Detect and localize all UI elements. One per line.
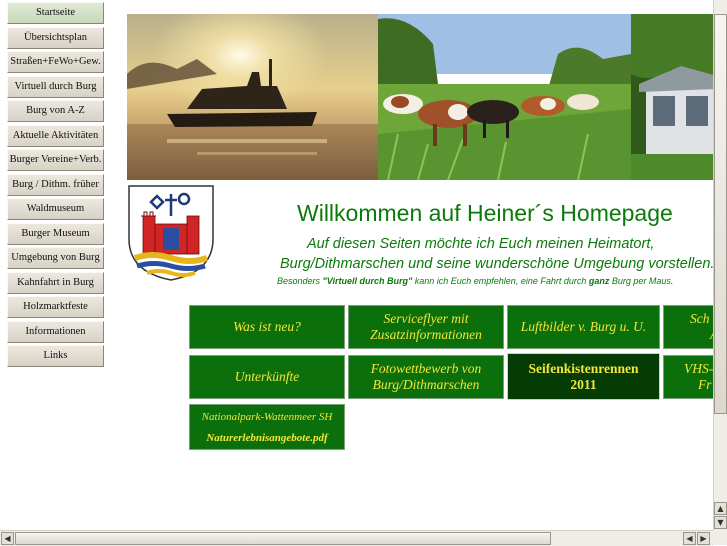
nav-vereine[interactable]: Burger Vereine+Verb.: [7, 149, 104, 171]
nav-strassen[interactable]: Straßen+FeWo+Gew.: [7, 51, 104, 73]
intro-line-3-e: Burg per Maus.: [609, 276, 674, 286]
nav-informationen[interactable]: Informationen: [7, 321, 104, 343]
nav-burger-museum[interactable]: Burger Museum: [7, 223, 104, 245]
nav-burg-a-z[interactable]: Burg von A-Z: [7, 100, 104, 122]
nav-holzmarktfeste[interactable]: Holzmarktfeste: [7, 296, 104, 318]
tile-vhs-line2: Fr: [698, 377, 712, 392]
vertical-scroll-thumb[interactable]: [714, 14, 727, 414]
nav-frueher[interactable]: Burg / Dithm. früher: [7, 174, 104, 196]
tile-seifenkistenrennen[interactable]: Seifenkistenrennen 2011: [507, 353, 660, 400]
tile-serviceflyer-line1: Serviceflyer mit: [383, 311, 469, 326]
tile-nationalpark-pdf-link[interactable]: Naturerlebnisangebote.pdf: [206, 430, 327, 446]
intro-ganz: ganz: [588, 276, 610, 286]
tile-fotowettbewerb[interactable]: Fotowettbewerb von Burg/Dithmarschen: [348, 355, 504, 399]
nav-startseite[interactable]: Startseite: [7, 2, 104, 24]
sidebar-nav: Startseite Übersichtsplan Straßen+FeWo+G…: [0, 0, 107, 545]
intro-line-1: Auf diesen Seiten möchte ich Euch meinen…: [307, 236, 655, 252]
tile-seifenkisten-line2: 2011: [570, 376, 597, 392]
tile-unterkuenfte-label: Unterkünfte: [234, 369, 300, 384]
tile-vhs-line1: VHS-: [684, 361, 713, 376]
tile-luftbilder-label: Luftbilder v. Burg u. U.: [520, 319, 647, 334]
nav-aktivitaeten[interactable]: Aktuelle Aktivitäten: [7, 125, 104, 147]
cows-photo: [378, 14, 631, 180]
scroll-left-icon-right[interactable]: ◀: [683, 532, 696, 545]
coat-of-arms-logo: [127, 184, 215, 282]
intro-line-3: Besonders "Virtuell durch Burg" kann ich…: [277, 276, 713, 286]
intro-virtuell-link: "Virtuell durch Burg": [322, 276, 413, 286]
tile-fotowettbewerb-line1: Fotowettbewerb von: [370, 361, 482, 376]
intro-line-3-a: Besonders: [277, 276, 323, 286]
tile-was-ist-neu-label: Was ist neu?: [233, 319, 301, 334]
vertical-scrollbar[interactable]: ▲ ▼: [713, 0, 727, 530]
tile-unterkuenfte[interactable]: Unterkünfte: [189, 355, 345, 399]
ferry-photo: [127, 14, 378, 180]
tile-partial-right-1-line1: Sch: [690, 311, 710, 326]
tile-luftbilder[interactable]: Luftbilder v. Burg u. U.: [507, 305, 660, 349]
horizontal-scroll-thumb[interactable]: [15, 532, 551, 545]
tile-was-ist-neu[interactable]: Was ist neu?: [189, 305, 345, 349]
intro-line-3-c: kann ich Euch empfehlen, eine Fahrt durc…: [412, 276, 589, 286]
nav-virtuell[interactable]: Virtuell durch Burg: [7, 76, 104, 98]
tile-serviceflyer-line2: Zusatzinformationen: [370, 327, 482, 342]
tile-fotowettbewerb-line2: Burg/Dithmarschen: [372, 377, 480, 392]
nav-kahnfahrt[interactable]: Kahnfahrt in Burg: [7, 272, 104, 294]
tile-seifenkisten-line1: Seifenkistenrennen: [528, 360, 639, 376]
scroll-up-icon[interactable]: ▲: [714, 502, 727, 515]
intro-line-2: Burg/Dithmarschen und seine wunderschöne…: [280, 256, 713, 272]
main-content: Willkommen auf Heiner´s Homepage Auf die…: [107, 0, 713, 530]
nav-umgebung[interactable]: Umgebung von Burg: [7, 247, 104, 269]
scroll-left-icon[interactable]: ◀: [1, 532, 14, 545]
nav-uebersichtsplan[interactable]: Übersichtsplan: [7, 27, 104, 49]
tile-serviceflyer[interactable]: Serviceflyer mit Zusatzinformationen: [348, 305, 504, 349]
scroll-right-icon[interactable]: ▶: [697, 532, 710, 545]
tile-vhs[interactable]: VHS- Fr: [663, 355, 713, 399]
nav-links[interactable]: Links: [7, 345, 104, 367]
tile-partial-right-1[interactable]: Sch A: [663, 305, 713, 349]
nav-waldmuseum[interactable]: Waldmuseum: [7, 198, 104, 220]
scrollbar-corner: [713, 530, 727, 545]
page-title: Willkommen auf Heiner´s Homepage: [297, 200, 673, 226]
horizontal-scrollbar[interactable]: ◀ ◀ ▶: [0, 530, 713, 546]
tile-partial-right-1-line2: A: [690, 327, 713, 343]
house-photo: [631, 14, 713, 180]
tile-nationalpark-line1: Nationalpark-Wattenmeer SH: [201, 410, 333, 423]
banner: [127, 14, 713, 180]
scroll-down-icon[interactable]: ▼: [714, 516, 727, 529]
tile-nationalpark[interactable]: Nationalpark-Wattenmeer SH Naturerlebnis…: [189, 404, 345, 450]
